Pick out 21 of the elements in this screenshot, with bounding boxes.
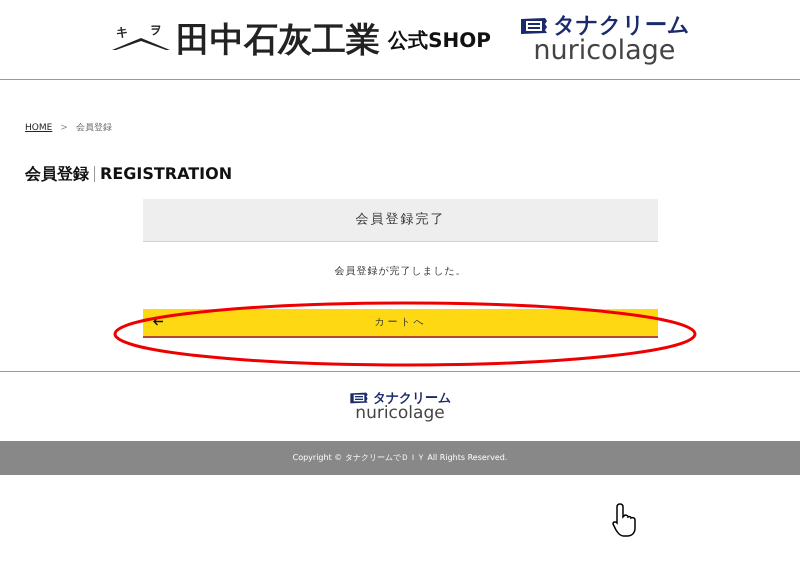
cream-tube-icon: [349, 391, 369, 405]
completion-message: 会員登録が完了しました。: [334, 264, 468, 279]
breadcrumb-current: 会員登録: [76, 122, 112, 136]
shop-label: 公式SHOP: [388, 26, 491, 54]
brand-name: nuricolage: [355, 405, 445, 422]
company-name: 田中石灰工業: [176, 22, 380, 56]
brand-katakana: タナクリーム: [552, 15, 690, 37]
arrow-left-icon: [153, 317, 164, 326]
page-title: 会員登録: [25, 163, 89, 185]
brand-name: nuricolage: [533, 37, 676, 64]
breadcrumb-link[interactable]: HOME: [25, 122, 52, 136]
page-title-english: REGISTRATION: [100, 163, 232, 185]
house-roof-icon: [112, 36, 170, 50]
logo-mark: キ: [116, 24, 128, 40]
breadcrumb-separator: >: [60, 122, 68, 136]
cream-tube-icon: [518, 15, 549, 37]
panel-heading: 会員登録完了: [356, 211, 446, 230]
cart-button[interactable]: カートへ: [143, 309, 658, 338]
brand-katakana: タナクリーム: [373, 392, 451, 404]
logo-mark: ヲ: [150, 22, 162, 38]
copyright-text: Copyright © タナクリームでＤＩＹ All Rights Reserved.: [292, 452, 508, 464]
